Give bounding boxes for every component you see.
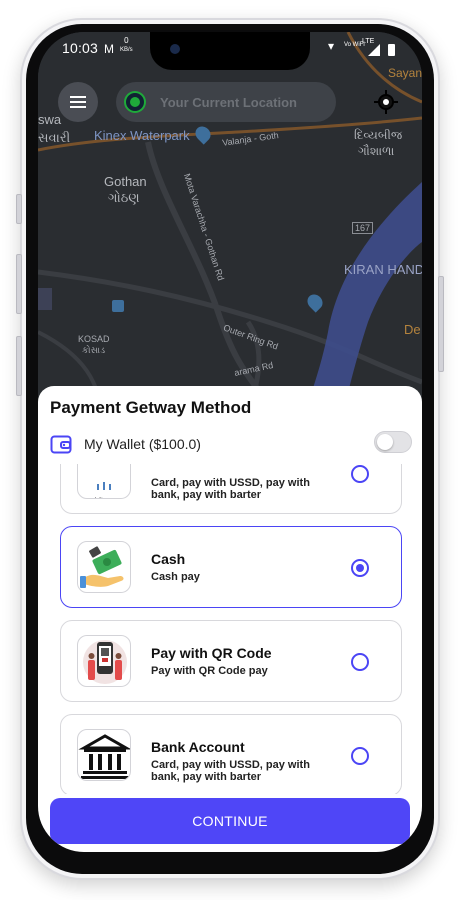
map-label: ગૌશાળા bbox=[358, 144, 395, 158]
payment-radio-selected[interactable] bbox=[351, 559, 369, 577]
wifi-icon: ▾ bbox=[328, 39, 335, 53]
payment-name: Bank Account bbox=[151, 739, 245, 755]
toggle-knob bbox=[377, 434, 393, 450]
payment-description: Cash pay bbox=[151, 571, 200, 583]
payment-bottom-sheet: Payment Getway Method My Wallet ($100.0) bbox=[38, 386, 422, 852]
wallet-row: My Wallet ($100.0) bbox=[50, 430, 412, 458]
map-label: ગોઠણ bbox=[108, 190, 140, 205]
payment-radio[interactable] bbox=[351, 653, 369, 671]
camera-notch bbox=[150, 32, 310, 70]
signal-icon bbox=[368, 44, 380, 56]
location-dot-icon bbox=[126, 93, 144, 111]
locate-me-icon[interactable] bbox=[374, 90, 398, 114]
current-location-field[interactable]: Your Current Location bbox=[116, 82, 336, 122]
map-label: KIRAN HAND bbox=[344, 262, 422, 277]
app-screen: swa સવારી Kinex Waterpark Valanja - Goth… bbox=[38, 32, 422, 852]
bank-logo bbox=[77, 729, 131, 781]
menu-button[interactable] bbox=[58, 82, 98, 122]
network-speed: 0 KB/s bbox=[120, 37, 133, 54]
payment-name: Cash bbox=[151, 551, 186, 567]
front-camera bbox=[170, 44, 180, 54]
map-label: De bbox=[404, 322, 421, 337]
map-label: Kinex Waterpark bbox=[94, 128, 190, 143]
bus-stop-icon bbox=[112, 300, 124, 312]
wallet-label: My Wallet ($100.0) bbox=[84, 436, 201, 452]
payment-option-cash[interactable]: Cash Cash pay bbox=[60, 526, 402, 608]
map-label: swa bbox=[38, 112, 62, 127]
qr-scan-icon bbox=[83, 640, 127, 684]
midtrans-logo-text: midtrans bbox=[88, 496, 119, 498]
battery-icon bbox=[388, 44, 395, 56]
payment-radio[interactable] bbox=[351, 465, 369, 483]
payment-description: Card, pay with USSD, pay with bank, pay … bbox=[151, 759, 310, 783]
midtrans-logo: midtrans bbox=[77, 464, 131, 499]
volume-up-button bbox=[16, 254, 22, 314]
sheet-title: Payment Getway Method bbox=[50, 398, 252, 417]
status-time: 10:03 bbox=[62, 40, 99, 56]
wallet-icon bbox=[50, 435, 72, 454]
midtrans-bars-icon bbox=[97, 482, 113, 490]
payment-option-bank-account[interactable]: Bank Account Card, pay with USSD, pay wi… bbox=[60, 714, 402, 794]
volume-down-button bbox=[16, 336, 22, 396]
payment-name: Pay with QR Code bbox=[151, 645, 272, 661]
cash-hand-icon bbox=[80, 546, 124, 588]
payment-method-list[interactable]: midtrans Card, pay with USSD, pay with b… bbox=[38, 464, 422, 794]
map-label: કોસાડ bbox=[82, 345, 106, 355]
map-label: દિવ્યબીજ bbox=[354, 128, 403, 142]
map-label: Gothan bbox=[104, 174, 147, 189]
qr-logo bbox=[77, 635, 131, 687]
current-location-placeholder: Your Current Location bbox=[160, 94, 297, 110]
mute-switch bbox=[16, 194, 22, 224]
wallet-toggle[interactable] bbox=[374, 431, 412, 453]
continue-button[interactable]: CONTINUE bbox=[50, 798, 410, 844]
payment-option-qr-code[interactable]: Pay with QR Code Pay with QR Code pay bbox=[60, 620, 402, 702]
network-speed-value: 0 bbox=[124, 36, 129, 45]
payment-option-midtrans[interactable]: midtrans Card, pay with USSD, pay with b… bbox=[60, 464, 402, 514]
cash-logo bbox=[77, 541, 131, 593]
payment-radio[interactable] bbox=[351, 747, 369, 765]
map-label: KOSAD bbox=[78, 334, 110, 344]
payment-description: Pay with QR Code pay bbox=[151, 665, 268, 677]
map-label: Sayan bbox=[388, 66, 422, 80]
gmail-icon: M bbox=[104, 42, 114, 56]
payment-description: Card, pay with USSD, pay with bank, pay … bbox=[151, 477, 310, 501]
network-speed-unit: KB/s bbox=[120, 47, 133, 53]
bank-icon bbox=[78, 734, 130, 779]
map-label: સવારી bbox=[38, 130, 71, 145]
hamburger-icon bbox=[70, 96, 86, 108]
map-label: 167 bbox=[352, 222, 374, 234]
power-button bbox=[438, 276, 444, 372]
